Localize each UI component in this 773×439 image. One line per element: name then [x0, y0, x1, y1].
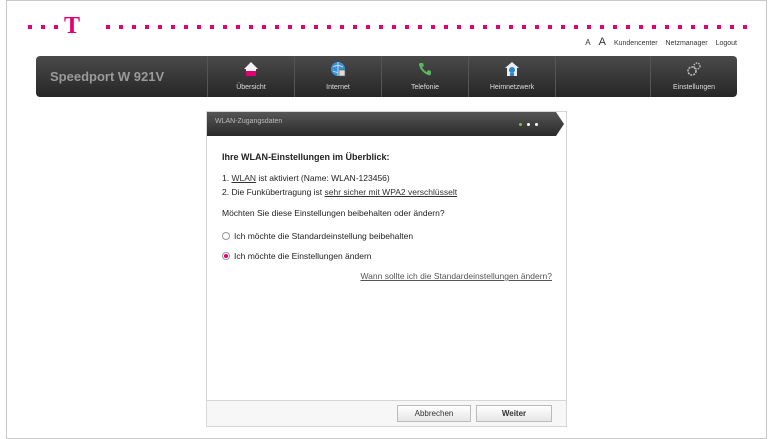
line2-text: 2. Die Funkübertragung ist — [222, 187, 323, 197]
step-indicator — [519, 123, 538, 126]
nav-item-einstellungen[interactable]: Einstellungen — [651, 56, 737, 97]
product-name: Speedport W 921V — [50, 69, 165, 84]
nav-label: Heimnetzwerk — [489, 84, 535, 91]
telekom-logo[interactable]: T — [64, 14, 80, 38]
brand-dots-right — [106, 25, 747, 29]
wlan-link[interactable]: WLAN — [231, 173, 256, 183]
option-change[interactable]: Ich möchte die Einstellungen ändern — [222, 251, 372, 261]
step-dot — [527, 123, 530, 126]
next-button[interactable]: Weiter — [476, 405, 552, 422]
nav-label: Einstellungen — [672, 84, 716, 91]
wlan-dialog: WLAN-Zugangsdaten Ihre WLAN-Einstellunge… — [206, 111, 567, 427]
option-change-label: Ich möchte die Einstellungen ändern — [234, 251, 372, 261]
gears-icon — [687, 62, 701, 76]
radio-change[interactable] — [222, 252, 230, 260]
nav-item-heimnetzwerk[interactable]: Heimnetzwerk — [469, 56, 555, 97]
main-nav: Speedport W 921V Übersicht Internet Tele… — [36, 56, 737, 97]
cancel-button[interactable]: Abbrechen — [397, 405, 471, 422]
font-size-small-button[interactable]: A — [585, 38, 590, 47]
nav-label: Telefonie — [410, 84, 440, 91]
option-keep[interactable]: Ich möchte die Standardeinstellung beibe… — [222, 231, 413, 241]
line1-prefix: 1. — [222, 173, 230, 183]
dialog-title: WLAN-Zugangsdaten — [215, 118, 283, 125]
phone-icon — [419, 63, 431, 76]
line1-text: ist aktiviert (Name: WLAN-123456) — [258, 173, 390, 183]
globe-icon — [331, 62, 346, 77]
kundencenter-link[interactable]: Kundencenter — [614, 40, 658, 47]
status-line-1: 1. WLAN ist aktiviert (Name: WLAN-123456… — [222, 173, 390, 183]
dialog-heading: Ihre WLAN-Einstellungen im Überblick: — [222, 152, 390, 162]
dialog-header: WLAN-Zugangsdaten — [207, 112, 568, 136]
logout-link[interactable]: Logout — [716, 40, 737, 47]
question-text: Möchten Sie diese Einstellungen beibehal… — [222, 208, 445, 218]
option-keep-label: Ich möchte die Standardeinstellung beibe… — [234, 231, 414, 241]
step-dot — [535, 123, 538, 126]
home-icon — [244, 62, 258, 76]
nav-item-uebersicht[interactable]: Übersicht — [208, 56, 294, 97]
help-link[interactable]: Wann sollte ich die Standardeinstellunge… — [360, 271, 552, 281]
status-line-2: 2. Die Funkübertragung ist sehr sicher m… — [222, 187, 457, 197]
nav-item-internet[interactable]: Internet — [295, 56, 381, 97]
nav-label: Übersicht — [236, 84, 266, 91]
encryption-link[interactable]: sehr sicher mit WPA2 verschlüsselt — [325, 187, 458, 197]
font-size-large-button[interactable]: A — [599, 36, 606, 48]
radio-keep[interactable] — [222, 232, 230, 240]
step-dot-active — [519, 123, 522, 126]
brand-bar: T — [28, 14, 748, 38]
dialog-footer: Abbrechen Weiter — [207, 400, 566, 426]
nav-item-telefonie[interactable]: Telefonie — [382, 56, 468, 97]
brand-dots-left — [28, 25, 58, 29]
nav-label: Internet — [326, 84, 350, 91]
network-house-icon — [505, 62, 519, 76]
netzmanager-link[interactable]: Netzmanager — [666, 40, 708, 47]
top-links: A A Kundencenter Netzmanager Logout — [585, 36, 737, 48]
